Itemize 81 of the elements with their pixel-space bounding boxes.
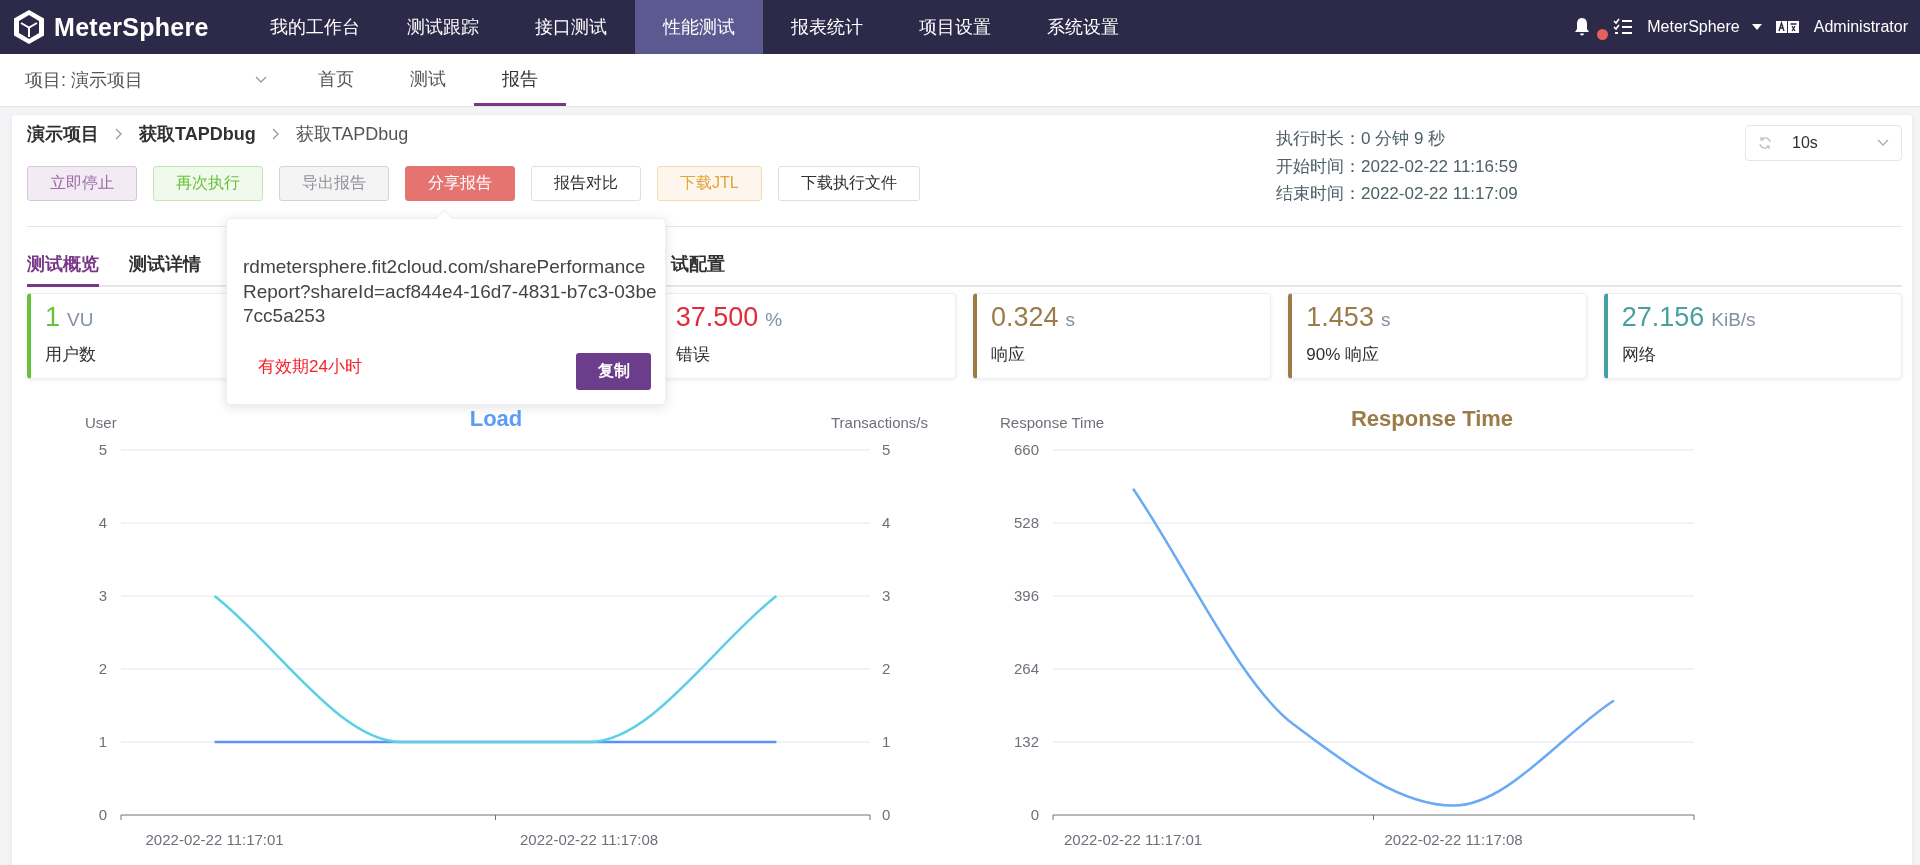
nav-tab[interactable]: 测试 — [382, 54, 474, 106]
metric-unit: % — [765, 308, 783, 331]
breadcrumb-item[interactable]: 演示项目 — [27, 122, 99, 146]
project-selector[interactable]: 项目: 演示项目 — [0, 54, 279, 106]
chevron-right-icon — [271, 128, 280, 140]
tick-label: 4 — [882, 513, 891, 531]
caret-icon — [1751, 24, 1762, 30]
metric-unit: s — [1380, 308, 1391, 331]
chevron-icon — [1877, 139, 1889, 147]
nav-tab[interactable]: 我的工作台 — [251, 0, 379, 54]
metric-value: 0.324 — [991, 301, 1059, 333]
action-button[interactable]: 报告对比 — [531, 166, 641, 201]
tick-label: 0 — [882, 805, 891, 823]
nav-tab[interactable]: 测试跟踪 — [379, 0, 507, 54]
task-list-icon[interactable] — [1613, 18, 1634, 36]
chart-title: Load — [469, 405, 523, 431]
breadcrumb-item[interactable]: 获取TAPDbug — [295, 122, 409, 146]
validity-note: 有效期24小时 — [258, 355, 362, 378]
metric-label: 90% 响应 — [1306, 343, 1381, 366]
report-tab[interactable]: 试配置 — [671, 244, 725, 287]
metric-value: 37.500 — [675, 301, 759, 333]
tick-label: 2022-02-22 11:17:08 — [520, 830, 659, 848]
metric-label: 错误 — [675, 343, 711, 366]
metric-value: 1 — [45, 301, 61, 333]
nav-tab[interactable]: 报表统计 — [763, 0, 891, 54]
share-link[interactable]: rdmetersphere.fit2cloud.com/sharePerformanceReport?shareId=acf844e4-16d7-4831-b7c3-03be7cc5a253 — [243, 255, 657, 329]
chart-title: Response Time — [1350, 405, 1514, 431]
metric-unit: KiB/s — [1711, 308, 1756, 331]
tick-label: 660 — [1013, 440, 1039, 458]
refresh-interval-select[interactable]: 10s — [1745, 125, 1902, 161]
tick-label: 1 — [882, 732, 891, 750]
tick-label: 2022-02-22 11:17:01 — [145, 830, 284, 848]
axis-label: Response Time — [1000, 413, 1105, 431]
metric-label: 网络 — [1621, 343, 1657, 366]
nav-tab[interactable]: 系统设置 — [1019, 0, 1147, 54]
metric-value: 1.453 — [1306, 301, 1374, 333]
report-tab[interactable]: 测试详情 — [129, 244, 201, 287]
tick-label: 2022-02-22 11:17:01 — [1064, 830, 1203, 848]
nav-tab[interactable]: 性能测试 — [635, 0, 763, 54]
nav-tab[interactable]: 首页 — [290, 54, 382, 106]
workspace-selector[interactable]: MeterSphere — [1647, 18, 1762, 36]
tick-label: 0 — [1030, 805, 1039, 823]
tick-label: 5 — [98, 440, 107, 458]
tick-label: 396 — [1013, 586, 1039, 604]
copy-button[interactable]: 复制 — [576, 352, 651, 390]
action-button[interactable]: 立即停止 — [27, 166, 137, 201]
tick-label: 2 — [98, 659, 107, 677]
tick-label: 5 — [882, 440, 891, 458]
tick-label: 0 — [98, 805, 107, 823]
language-icon[interactable] — [1775, 20, 1800, 34]
refresh-icon — [1758, 136, 1772, 150]
metric-unit: VU — [67, 308, 94, 331]
bell-icon[interactable] — [1573, 17, 1592, 37]
action-button[interactable]: 下载执行文件 — [777, 166, 920, 201]
breadcrumb-item[interactable]: 获取TAPDbug — [139, 122, 256, 146]
user-menu[interactable]: Administrator — [1813, 18, 1908, 36]
cube-logo-icon — [12, 9, 46, 45]
logo-text: MeterSphere — [54, 12, 209, 42]
chevron-right-icon — [115, 128, 123, 140]
chevron-icon — [255, 76, 267, 84]
nav-tab[interactable]: 报告 — [474, 54, 566, 106]
tick-label: 3 — [882, 586, 891, 604]
tick-label: 2022-02-22 11:17:08 — [1384, 830, 1523, 848]
report-tab[interactable]: 测试概览 — [27, 244, 99, 287]
tick-label: 132 — [1013, 732, 1039, 750]
metric-value: 27.156 — [1621, 301, 1705, 333]
run-info: 结束时间：2022-02-22 11:17:09 — [1276, 183, 1518, 205]
tick-label: 1 — [98, 732, 107, 750]
axis-label: User — [85, 413, 117, 431]
run-info: 执行时长：0 分钟 9 秒 — [1276, 128, 1447, 150]
metric-unit: s — [1065, 308, 1076, 331]
tick-label: 528 — [1013, 513, 1039, 531]
tick-label: 3 — [98, 586, 107, 604]
tick-label: 4 — [98, 513, 107, 531]
axis-label: Transactions/s — [831, 413, 928, 431]
tick-label: 264 — [1013, 659, 1039, 677]
tick-label: 2 — [882, 659, 891, 677]
nav-tab[interactable]: 项目设置 — [891, 0, 1019, 54]
nav-tab[interactable]: 接口测试 — [507, 0, 635, 54]
metric-label: 响应 — [991, 343, 1026, 366]
run-info: 开始时间：2022-02-22 11:16:59 — [1276, 155, 1518, 178]
